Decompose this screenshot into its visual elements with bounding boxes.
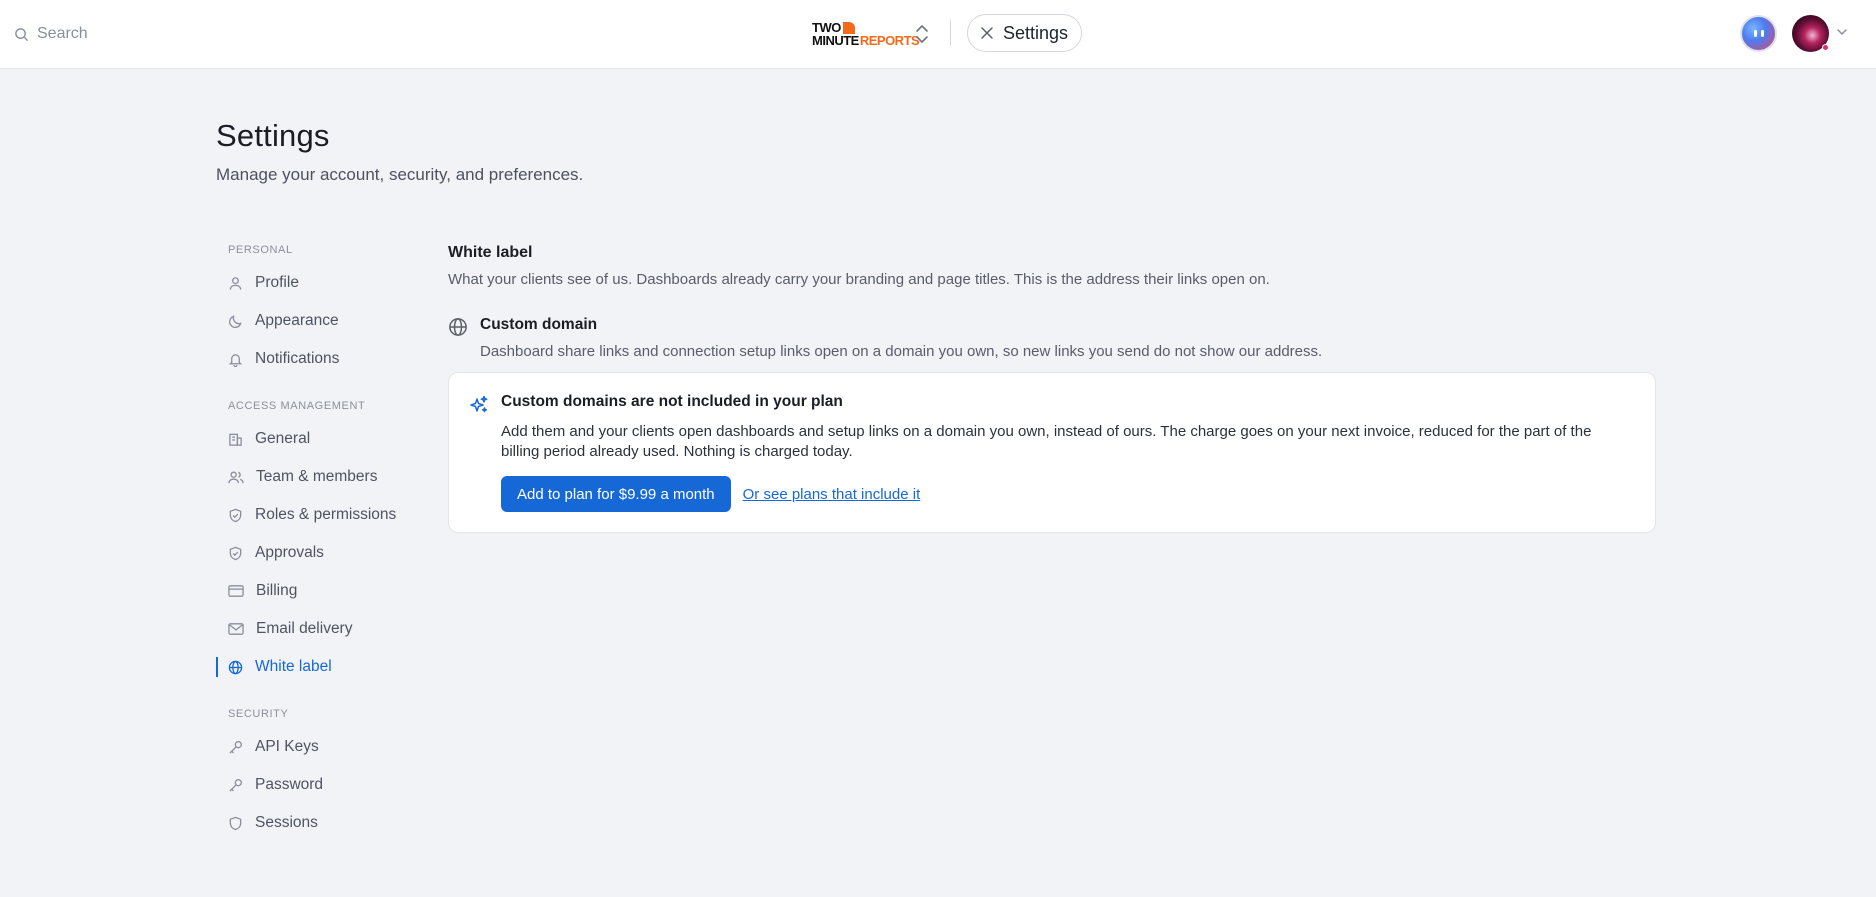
card-body: Add them and your clients open dashboard… [501, 423, 1592, 460]
sidebar-item-password[interactable]: Password [216, 766, 416, 804]
sidebar-item-api-keys[interactable]: API Keys [216, 728, 416, 766]
section-label-personal: PERSONAL [228, 244, 293, 256]
top-bar: Search TWO MINUTE REPORTS Settings [0, 0, 1876, 69]
key-icon [229, 740, 242, 754]
sidebar-item-label: Sessions [255, 814, 318, 831]
sidebar-item-team-members[interactable]: Team & members [216, 458, 416, 496]
shield-check-icon [229, 508, 242, 522]
field-title: Custom domain [480, 316, 598, 333]
users-icon [228, 470, 244, 483]
sidebar-item-label: Password [255, 776, 324, 793]
white-label-panel: White label What your clients see of us.… [448, 244, 1656, 533]
settings-sidebar: PERSONAL Profile Appearance Notification… [216, 236, 416, 842]
sidebar-item-label: Email delivery [256, 620, 353, 637]
chevron-up-down-icon [916, 25, 928, 43]
custom-domain-field: Custom domain Dashboard share links and … [448, 316, 1656, 360]
close-icon[interactable] [980, 26, 994, 40]
page-title: Settings [216, 118, 330, 153]
sidebar-item-label: White label [255, 658, 332, 675]
globe-icon [449, 318, 467, 336]
sidebar-item-appearance[interactable]: Appearance [216, 302, 416, 340]
sidebar-item-email-delivery[interactable]: Email delivery [216, 610, 416, 648]
building-icon [229, 433, 242, 446]
status-dot [1822, 44, 1829, 51]
card-actions: Add to plan for $9.99 a month Or see pla… [501, 476, 1631, 512]
section-description: What your clients see of us. Dashboards … [448, 271, 1270, 288]
sidebar-item-label: Billing [256, 582, 298, 599]
globe-icon [228, 660, 243, 674]
mail-icon [228, 623, 244, 635]
logo-wordmark: TWO MINUTE REPORTS [812, 21, 920, 48]
sidebar-item-label: Appearance [255, 312, 339, 329]
see-plans-link[interactable]: Or see plans that include it [743, 486, 921, 503]
sidebar-item-label: Notifications [255, 350, 340, 367]
assistant-avatar-button[interactable] [1740, 15, 1777, 52]
sidebar-item-white-label[interactable]: White label [216, 648, 416, 686]
section-label-security: SECURITY [228, 708, 289, 720]
logo-flag-icon [842, 21, 855, 34]
workspace-switcher-button[interactable] [912, 20, 932, 48]
sidebar-item-label: Roles & permissions [255, 506, 397, 523]
card-title: Custom domains are not included in your … [501, 393, 843, 410]
upgrade-card: Custom domains are not included in your … [448, 372, 1656, 533]
sparkle-icon [470, 395, 488, 413]
breadcrumb-label: Settings [1003, 22, 1069, 43]
assistant-eye-icon [1753, 30, 1757, 37]
shield-icon [229, 816, 242, 830]
user-avatar[interactable] [1792, 15, 1829, 52]
search-input[interactable]: Search [37, 25, 88, 43]
sidebar-item-label: Approvals [255, 544, 324, 561]
sidebar-item-label: API Keys [255, 738, 319, 755]
moon-icon [229, 314, 242, 328]
topbar-divider [950, 20, 951, 46]
settings-breadcrumb-chip[interactable]: Settings [967, 14, 1083, 52]
search-icon [15, 27, 29, 41]
chevron-down-icon[interactable] [1836, 26, 1848, 38]
sidebar-item-profile[interactable]: Profile [216, 264, 416, 302]
logo-line2b: REPORTS [859, 33, 920, 48]
sidebar-item-notifications[interactable]: Notifications [216, 340, 416, 378]
user-icon [229, 276, 242, 290]
sidebar-item-label: Profile [255, 274, 299, 291]
key-icon [229, 778, 242, 792]
brand-logo[interactable]: TWO MINUTE REPORTS [812, 18, 920, 50]
logo-line2a: MINUTE [812, 33, 859, 48]
sidebar-item-approvals[interactable]: Approvals [216, 534, 416, 572]
add-to-plan-button[interactable]: Add to plan for $9.99 a month [501, 476, 731, 512]
bell-icon [228, 353, 243, 367]
search-box[interactable]: Search [14, 22, 88, 46]
credit-card-icon [228, 585, 244, 597]
sidebar-item-billing[interactable]: Billing [216, 572, 416, 610]
shield-check-icon [229, 546, 242, 560]
sidebar-item-roles-permissions[interactable]: Roles & permissions [216, 496, 416, 534]
sidebar-item-label: Team & members [256, 468, 378, 485]
page-subtitle: Manage your account, security, and prefe… [216, 165, 584, 184]
sidebar-item-sessions[interactable]: Sessions [216, 804, 416, 842]
sidebar-item-general[interactable]: General [216, 420, 416, 458]
section-title: White label [448, 244, 533, 261]
section-label-access-management: ACCESS MANAGEMENT [228, 400, 366, 412]
sidebar-item-label: General [255, 430, 311, 447]
assistant-eye-icon [1760, 30, 1764, 37]
field-description: Dashboard share links and connection set… [480, 343, 1323, 360]
